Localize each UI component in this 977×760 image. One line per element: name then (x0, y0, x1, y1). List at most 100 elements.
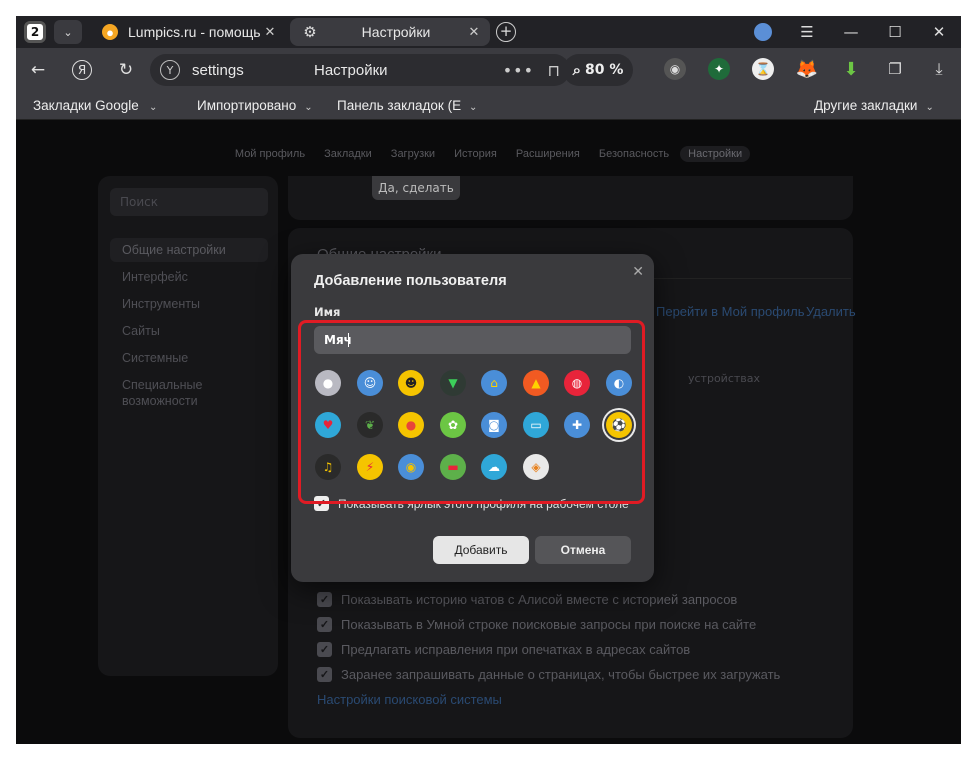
tab-title: Настройки (361, 24, 431, 40)
alien-icon[interactable]: ▼ (440, 370, 466, 396)
bookmark-folder-imported[interactable]: Импортировано ⌄ (197, 98, 313, 113)
name-input[interactable] (314, 326, 631, 354)
devices-text: устройствах (688, 372, 761, 385)
collections-icon[interactable]: ❐ (884, 58, 906, 80)
metamask-fox-icon[interactable]: 🦊 (796, 58, 818, 80)
close-icon[interactable]: ✕ (260, 24, 280, 40)
tab-count-badge[interactable]: 2 (24, 21, 46, 43)
delete-link[interactable]: Удалить (806, 304, 856, 319)
more-dots-icon[interactable]: ••• (503, 61, 534, 80)
minimize-icon[interactable]: — (831, 16, 871, 48)
menu-icon[interactable]: ☰ (787, 16, 827, 48)
bookmark-icon[interactable]: ⊓ (548, 61, 560, 80)
screenshot-icon[interactable] (743, 16, 783, 48)
checkbox-alice-history[interactable]: ✓ Показывать историю чатов с Алисой вмест… (317, 590, 857, 608)
green-extension-icon[interactable]: ✦ (708, 58, 730, 80)
tab-title: Lumpics.ru - помощь с компьютером (128, 24, 260, 40)
settings-search-input[interactable]: Поиск (110, 188, 268, 216)
subnav-bookmarks[interactable]: Закладки (316, 146, 380, 162)
window-close-icon[interactable]: ✕ (919, 16, 959, 48)
sidebar-item-system[interactable]: Системные (110, 346, 268, 370)
balloon-icon[interactable]: ◉ (398, 454, 424, 480)
zoom-indicator[interactable]: ⌕ 80 % (563, 54, 633, 86)
bookmark-folder-other[interactable]: Другие закладки ⌄ (814, 98, 934, 113)
zoom-magnifier-icon: ⌕ (572, 61, 581, 79)
fox-icon[interactable]: ▲ (523, 370, 549, 396)
chevron-down-icon: ⌄ (304, 102, 313, 113)
subnav-security[interactable]: Безопасность (591, 146, 677, 162)
settings-sidebar: Поиск Общие настройки Интерфейс Инструме… (98, 176, 278, 676)
sidebar-item-accessibility[interactable]: Специальные возможности (110, 373, 230, 413)
downloads-icon[interactable]: ⤓ (928, 58, 950, 80)
subnav-history[interactable]: История (446, 146, 505, 162)
sidebar-item-general[interactable]: Общие настройки (110, 238, 268, 262)
back-arrow-icon[interactable]: ← (26, 58, 50, 82)
sidebar-item-tools[interactable]: Инструменты (110, 292, 268, 316)
close-icon[interactable]: ✕ (632, 264, 644, 280)
new-tab-icon[interactable]: + (496, 22, 516, 42)
tab-bar: 2 ⌄ ● Lumpics.ru - помощь с компьютером … (16, 16, 961, 48)
checkbox[interactable]: ✓ (317, 616, 332, 632)
girl-icon[interactable]: ☻ (398, 370, 424, 396)
close-icon[interactable]: ✕ (464, 24, 484, 40)
cat-icon[interactable]: ◍ (564, 370, 590, 396)
bookmark-folder-edge[interactable]: Панель закладок (Edge)⌄ (337, 98, 487, 113)
checkbox[interactable]: ✓ (314, 496, 329, 511)
leaf-icon[interactable]: ❦ (357, 412, 383, 438)
download-arrow-extension-icon[interactable]: ⬇ (840, 58, 862, 80)
checkbox-prefetch[interactable]: ✓ Заранее запрашивать данные о страницах,… (317, 665, 857, 683)
checkbox-smart-search[interactable]: ✓ Показывать в Умной строке поисковые зап… (317, 615, 857, 633)
sidebar-item-sites[interactable]: Сайты (110, 319, 268, 343)
maximize-icon[interactable]: ☐ (875, 16, 915, 48)
page-title-in-omnibox: Настройки (314, 61, 388, 79)
subnav-extensions[interactable]: Расширения (508, 146, 588, 162)
pastry-icon[interactable]: ◈ (523, 454, 549, 480)
bookmarks-bar: Закладки Google Chrome⌄ Импортировано⌄ П… (16, 92, 961, 120)
cassette-icon[interactable]: ▭ (523, 412, 549, 438)
cloud-icon[interactable]: ☁ (481, 454, 507, 480)
yandex-y-icon: Y (160, 60, 180, 80)
reload-icon[interactable]: ↻ (114, 58, 138, 82)
address-bar[interactable]: Y settings Настройки ••• ⊓ (150, 54, 570, 86)
sidebar-item-interface[interactable]: Интерфейс (110, 265, 268, 289)
penguin-icon[interactable]: ◐ (606, 370, 632, 396)
default-person-icon[interactable]: ● (315, 370, 341, 396)
chevron-down-icon: ⌄ (469, 102, 478, 113)
camera-icon[interactable]: ◙ (481, 412, 507, 438)
confirm-button[interactable]: Да, сделать (372, 176, 460, 200)
subnav-settings[interactable]: Настройки (680, 146, 751, 162)
checkbox[interactable]: ✓ (317, 666, 332, 682)
yandex-logo-icon[interactable]: Я (70, 58, 94, 82)
profile-link[interactable]: Перейти в Мой профиль (656, 304, 805, 319)
lightning-icon[interactable]: ⚡ (357, 454, 383, 480)
shortcut-label: Показывать ярлык этого профиля на рабоче… (338, 496, 629, 511)
gamepad-icon[interactable]: ✚ (564, 412, 590, 438)
shortcut-checkbox-row[interactable]: ✓ Показывать ярлык этого профиля на рабо… (314, 496, 629, 511)
add-user-dialog: ✕ Добавление пользователя Имя ● ☺ ☻ ▼ ⌂ … (291, 254, 654, 582)
sync-icon[interactable]: ◉ (664, 58, 686, 80)
soccer-ball-icon[interactable]: ⚽ (606, 412, 632, 438)
tab-lumpics[interactable]: ● Lumpics.ru - помощь с компьютером ✕ (90, 18, 286, 46)
robot-icon[interactable]: ⌂ (481, 370, 507, 396)
subnav-profile[interactable]: Мой профиль (227, 146, 313, 162)
strawberry-icon[interactable]: ♥ (315, 412, 341, 438)
hourglass-extension-icon[interactable]: ⌛ (752, 58, 774, 80)
checkbox[interactable]: ✓ (317, 641, 332, 657)
tab-settings[interactable]: ⚙ Настройки ✕ (290, 18, 490, 46)
checkbox-typo-fix[interactable]: ✓ Предлагать исправления при опечатках в … (317, 640, 857, 658)
flower-icon[interactable]: ✿ (440, 412, 466, 438)
checkbox[interactable]: ✓ (317, 591, 332, 607)
chevron-down-icon[interactable]: ⌄ (54, 20, 82, 44)
car-icon[interactable]: ▬ (440, 454, 466, 480)
cancel-button[interactable]: Отмена (535, 536, 631, 564)
music-note-icon[interactable]: ♫ (315, 454, 341, 480)
subnav-downloads[interactable]: Загрузки (383, 146, 443, 162)
text-caret (348, 333, 349, 347)
chevron-down-icon: ⌄ (149, 102, 158, 113)
add-button[interactable]: Добавить (433, 536, 529, 564)
bookmark-folder-google[interactable]: Закладки Google Chrome⌄ (33, 98, 173, 113)
settings-subnav: Мой профиль Закладки Загрузки История Ра… (16, 146, 961, 162)
boy-icon[interactable]: ☺ (357, 370, 383, 396)
search-settings-link[interactable]: Настройки поисковой системы (317, 692, 502, 707)
tomato-icon[interactable]: ● (398, 412, 424, 438)
